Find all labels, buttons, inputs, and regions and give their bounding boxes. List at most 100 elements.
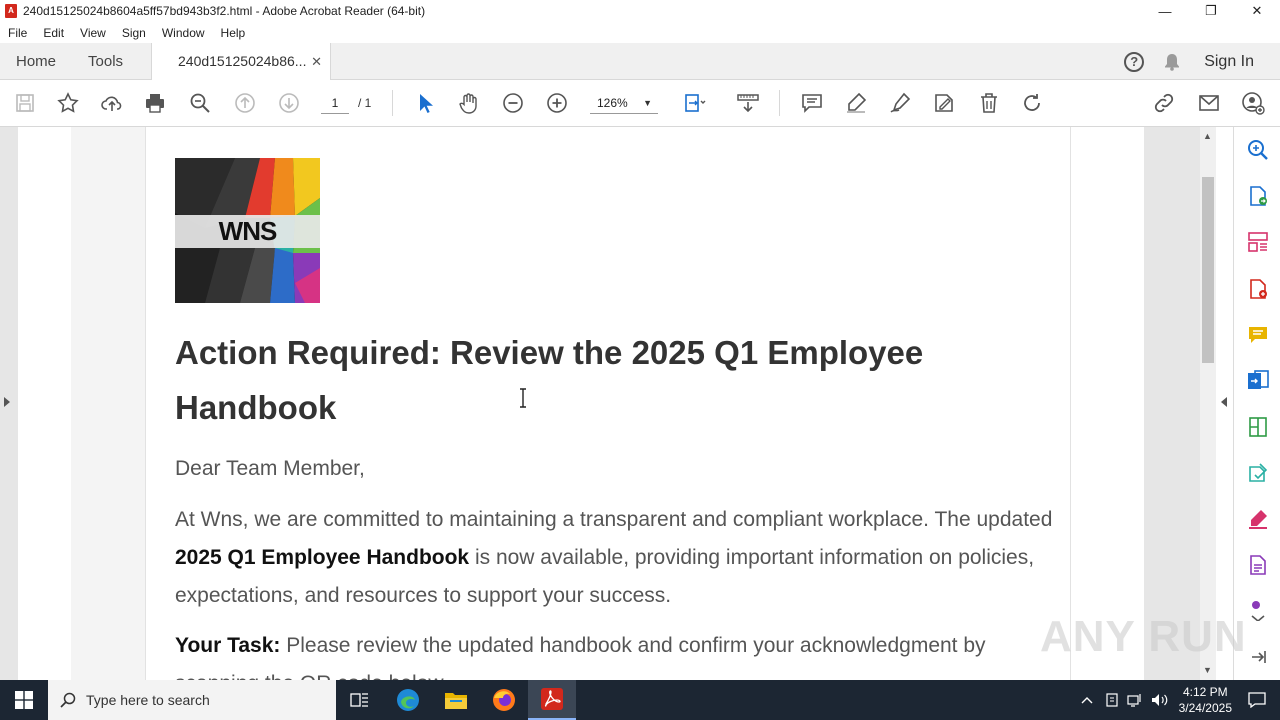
pdf-page: WNS Action Required: Review the 2025 Q1 … bbox=[18, 127, 1144, 680]
previous-page-icon[interactable] bbox=[232, 90, 258, 116]
comment-icon[interactable] bbox=[799, 90, 825, 116]
select-cursor-icon[interactable] bbox=[412, 90, 438, 116]
add-user-icon[interactable] bbox=[1240, 90, 1266, 116]
fill-sign-icon[interactable] bbox=[931, 90, 957, 116]
zoom-out-icon[interactable] bbox=[500, 90, 526, 116]
tab-bar: Home Tools 240d15125024b86... ✕ ? Sign I… bbox=[0, 43, 1280, 81]
tab-tools[interactable]: Tools bbox=[72, 43, 139, 80]
paragraph-text: At Wns, we are committed to maintaining … bbox=[175, 508, 1053, 531]
edit-pdf-icon[interactable] bbox=[1246, 553, 1270, 577]
handbook-name: 2025 Q1 Employee Handbook bbox=[175, 546, 470, 569]
scroll-up-arrow[interactable]: ▲ bbox=[1203, 131, 1212, 141]
page-total: / 1 bbox=[358, 96, 372, 110]
task-label: Your Task: bbox=[175, 634, 281, 657]
windows-taskbar: Type here to search 4:12 PM 3/24/2025 bbox=[0, 680, 1280, 720]
expand-left-panel-icon[interactable] bbox=[4, 397, 10, 407]
comment-tool-icon[interactable] bbox=[1246, 323, 1270, 347]
notification-center-icon[interactable] bbox=[1248, 692, 1266, 708]
bookmark-star-icon[interactable] bbox=[55, 90, 81, 116]
logo-text: WNS bbox=[218, 216, 278, 246]
combine-files-icon[interactable] bbox=[1246, 369, 1270, 393]
wns-logo: WNS bbox=[175, 158, 320, 303]
search-placeholder: Type here to search bbox=[86, 692, 210, 708]
organize-pages-icon[interactable] bbox=[1246, 230, 1270, 254]
toolbar-divider bbox=[779, 90, 780, 116]
acrobat-reader-taskbar-icon[interactable] bbox=[528, 680, 576, 720]
zoom-search-icon[interactable] bbox=[187, 90, 213, 116]
fill-and-sign-icon[interactable] bbox=[1246, 507, 1270, 531]
help-icon[interactable]: ? bbox=[1124, 51, 1145, 72]
clock-time: 4:12 PM bbox=[1182, 685, 1228, 699]
menu-edit[interactable]: Edit bbox=[43, 26, 64, 40]
menu-sign[interactable]: Sign bbox=[122, 26, 146, 40]
task-view-icon[interactable] bbox=[336, 680, 384, 720]
close-window-button[interactable]: ✕ bbox=[1234, 0, 1280, 22]
scan-ocr-icon[interactable] bbox=[1246, 461, 1270, 485]
rotate-icon[interactable] bbox=[1019, 90, 1045, 116]
search-icon bbox=[60, 692, 76, 708]
maximize-button[interactable]: ❐ bbox=[1188, 0, 1234, 22]
collapse-panel-icon[interactable] bbox=[1246, 645, 1270, 669]
email-heading: Action Required: Review the 2025 Q1 Empl… bbox=[175, 334, 924, 426]
email-body: WNS Action Required: Review the 2025 Q1 … bbox=[145, 127, 1071, 680]
share-link-icon[interactable] bbox=[1151, 90, 1177, 116]
scroll-down-arrow[interactable]: ▼ bbox=[1203, 665, 1212, 675]
taskbar-search[interactable]: Type here to search bbox=[48, 680, 336, 720]
menu-file[interactable]: File bbox=[8, 26, 27, 40]
email-envelope-icon[interactable] bbox=[1196, 90, 1222, 116]
minimize-button[interactable]: — bbox=[1142, 0, 1188, 22]
draw-sign-icon[interactable] bbox=[887, 90, 913, 116]
zoom-level-value: 126% bbox=[597, 96, 628, 110]
export-pdf-icon[interactable] bbox=[1246, 184, 1270, 208]
start-button[interactable] bbox=[0, 680, 48, 720]
network-icon[interactable] bbox=[1127, 693, 1143, 707]
chevron-up-icon[interactable] bbox=[1081, 696, 1093, 704]
menu-help[interactable]: Help bbox=[221, 26, 246, 40]
system-tray: 4:12 PM 3/24/2025 bbox=[1081, 680, 1280, 720]
upload-cloud-icon[interactable] bbox=[99, 90, 125, 116]
save-icon[interactable] bbox=[12, 90, 38, 116]
toolbar: 1 / 1 126% ▼ bbox=[0, 80, 1280, 127]
page-number-input[interactable]: 1 bbox=[321, 92, 349, 114]
fit-page-icon[interactable] bbox=[682, 90, 708, 116]
right-panel-gutter bbox=[1216, 127, 1233, 680]
document-viewport[interactable]: WNS Action Required: Review the 2025 Q1 … bbox=[0, 127, 1200, 680]
notification-bell-icon[interactable] bbox=[1164, 53, 1180, 71]
next-page-icon[interactable] bbox=[276, 90, 302, 116]
more-tools-icon[interactable] bbox=[1246, 597, 1270, 623]
delete-trash-icon[interactable] bbox=[976, 90, 1002, 116]
acrobat-app-icon: A bbox=[5, 4, 17, 18]
window-title: 240d15125024b8604a5ff57bd943b3f2.html - … bbox=[23, 4, 426, 18]
compress-pdf-icon[interactable] bbox=[1246, 415, 1270, 439]
sign-in-button[interactable]: Sign In bbox=[1204, 53, 1254, 71]
firefox-icon[interactable] bbox=[480, 680, 528, 720]
print-icon[interactable] bbox=[142, 90, 168, 116]
hand-tool-icon[interactable] bbox=[456, 90, 482, 116]
scrollbar-thumb[interactable] bbox=[1202, 177, 1214, 363]
close-tab-icon[interactable]: ✕ bbox=[311, 43, 322, 80]
tab-home[interactable]: Home bbox=[0, 43, 72, 80]
edge-browser-icon[interactable] bbox=[384, 680, 432, 720]
clock-date: 3/24/2025 bbox=[1178, 701, 1232, 715]
find-text-icon[interactable] bbox=[1246, 138, 1270, 162]
zoom-in-icon[interactable] bbox=[544, 90, 570, 116]
create-pdf-icon[interactable] bbox=[1246, 277, 1270, 301]
chevron-down-icon: ▼ bbox=[643, 98, 652, 108]
highlight-pen-icon[interactable] bbox=[843, 90, 869, 116]
tab-document[interactable]: 240d15125024b86... ✕ bbox=[151, 43, 331, 81]
text-cursor-icon bbox=[520, 388, 526, 408]
collapse-right-panel-icon[interactable] bbox=[1221, 397, 1227, 407]
taskbar-clock[interactable]: 4:12 PM 3/24/2025 bbox=[1179, 684, 1232, 716]
vertical-scrollbar[interactable]: ▲ ▼ bbox=[1200, 127, 1216, 680]
title-bar: A 240d15125024b8604a5ff57bd943b3f2.html … bbox=[0, 0, 1280, 22]
zoom-level-select[interactable]: 126% ▼ bbox=[590, 92, 658, 114]
network-device-icon[interactable] bbox=[1105, 692, 1119, 708]
anyrun-watermark: ANY RUN bbox=[1040, 612, 1247, 661]
scroll-mode-icon[interactable] bbox=[735, 90, 761, 116]
toolbar-divider bbox=[392, 90, 393, 116]
file-explorer-icon[interactable] bbox=[432, 680, 480, 720]
menu-window[interactable]: Window bbox=[162, 26, 205, 40]
volume-icon[interactable] bbox=[1151, 693, 1169, 707]
windows-logo-icon bbox=[15, 691, 33, 709]
menu-view[interactable]: View bbox=[80, 26, 106, 40]
